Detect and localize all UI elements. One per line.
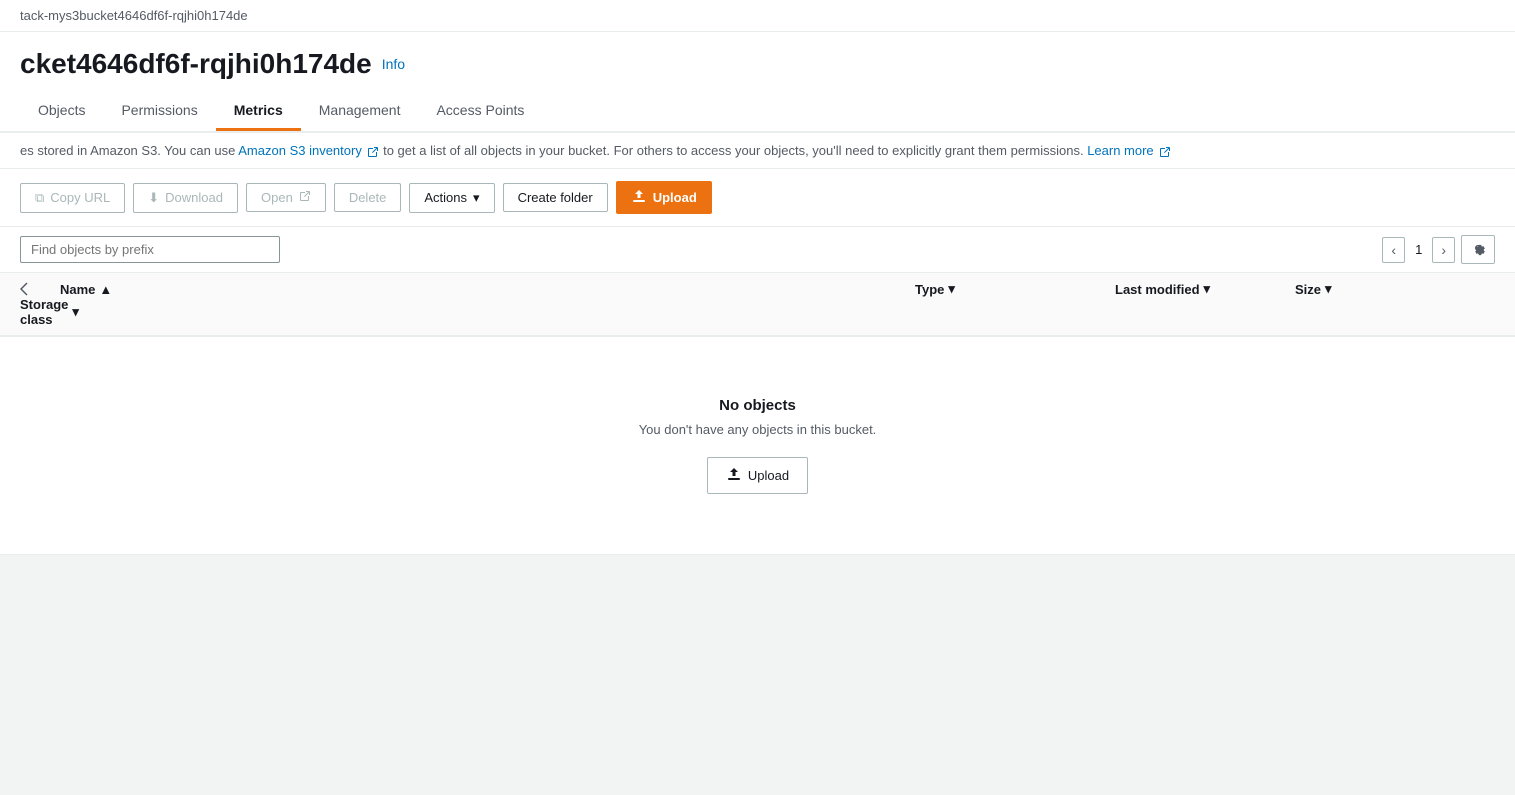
search-filter-row: ‹ 1 › [0, 227, 1515, 273]
chevron-down-icon: ▾ [473, 190, 480, 206]
th-type[interactable]: Type ▾ [915, 281, 1115, 297]
gray-footer-section [0, 555, 1515, 695]
info-banner: es stored in Amazon S3. You can use Amaz… [0, 133, 1515, 169]
sort-asc-icon: ▲ [99, 282, 112, 297]
tab-access-points[interactable]: Access Points [418, 92, 542, 131]
learn-more-link[interactable]: Learn more [1087, 143, 1171, 158]
download-icon: ⬇ [148, 190, 159, 206]
tab-objects[interactable]: Objects [20, 92, 103, 131]
delete-button[interactable]: Delete [334, 183, 402, 212]
actions-button[interactable]: Actions ▾ [409, 183, 494, 213]
th-storage-class-label: Storage class [20, 297, 68, 327]
chevron-right-icon: › [1441, 242, 1446, 258]
search-input[interactable] [20, 236, 280, 263]
chevron-left-icon: ‹ [1391, 242, 1396, 258]
th-name-label: Name [60, 282, 95, 297]
objects-table: Name ▲ Type ▾ Last modified ▾ Size ▾ Sto… [0, 273, 1515, 554]
table-header: Name ▲ Type ▾ Last modified ▾ Size ▾ Sto… [0, 273, 1515, 337]
upload-icon [631, 188, 647, 207]
create-folder-label: Create folder [518, 190, 593, 205]
sort-storage-icon: ▾ [72, 304, 79, 320]
page-number: 1 [1411, 242, 1426, 257]
tabs-row: Objects Permissions Metrics Management A… [20, 92, 1495, 131]
empty-upload-label: Upload [748, 468, 789, 483]
open-external-icon [299, 190, 311, 205]
info-link[interactable]: Info [382, 56, 405, 72]
page-header: cket4646df6f-rqjhi0h174de Info Objects P… [0, 32, 1515, 132]
upload-button[interactable]: Upload [616, 181, 712, 214]
empty-state: No objects You don't have any objects in… [0, 337, 1515, 554]
copy-icon: ⧉ [35, 190, 44, 206]
actions-label: Actions [424, 190, 467, 205]
download-button[interactable]: ⬇ Download [133, 183, 238, 213]
empty-state-description: You don't have any objects in this bucke… [20, 422, 1495, 437]
prev-page-button[interactable]: ‹ [1382, 237, 1405, 263]
open-button[interactable]: Open [246, 183, 326, 212]
sort-size-icon: ▾ [1325, 281, 1332, 297]
inventory-link[interactable]: Amazon S3 inventory [238, 143, 383, 158]
th-size-label: Size [1295, 282, 1321, 297]
sort-modified-icon: ▾ [1204, 281, 1211, 297]
info-text-middle: to get a list of all objects in your buc… [383, 143, 1087, 158]
empty-upload-button[interactable]: Upload [707, 457, 808, 494]
empty-upload-icon [726, 466, 742, 485]
table-settings-button[interactable] [1461, 235, 1495, 264]
th-size[interactable]: Size ▾ [1295, 281, 1495, 297]
th-storage-class[interactable]: Storage class ▾ [20, 297, 60, 327]
th-checkbox[interactable] [20, 281, 60, 297]
th-last-modified[interactable]: Last modified ▾ [1115, 281, 1295, 297]
delete-label: Delete [349, 190, 387, 205]
breadcrumb: tack-mys3bucket4646df6f-rqjhi0h174de [0, 0, 1515, 32]
bucket-title-row: cket4646df6f-rqjhi0h174de Info [20, 48, 1495, 80]
copy-url-label: Copy URL [50, 190, 110, 205]
bucket-title: cket4646df6f-rqjhi0h174de [20, 48, 372, 80]
th-name[interactable]: Name ▲ [60, 281, 915, 297]
th-last-modified-label: Last modified [1115, 282, 1200, 297]
settings-icon [1470, 240, 1486, 259]
next-page-button[interactable]: › [1432, 237, 1455, 263]
th-type-label: Type [915, 282, 944, 297]
copy-url-button[interactable]: ⧉ Copy URL [20, 183, 125, 213]
pagination-controls: ‹ 1 › [1382, 235, 1495, 264]
tab-metrics[interactable]: Metrics [216, 92, 301, 131]
sort-type-icon: ▾ [948, 281, 955, 297]
upload-label: Upload [653, 190, 697, 205]
empty-state-title: No objects [20, 397, 1495, 414]
create-folder-button[interactable]: Create folder [503, 183, 608, 212]
download-label: Download [165, 190, 223, 205]
tab-management[interactable]: Management [301, 92, 419, 131]
toolbar: ⧉ Copy URL ⬇ Download Open Delete Action… [0, 169, 1515, 227]
tab-permissions[interactable]: Permissions [103, 92, 215, 131]
open-label: Open [261, 190, 293, 205]
info-text-before: es stored in Amazon S3. You can use [20, 143, 238, 158]
